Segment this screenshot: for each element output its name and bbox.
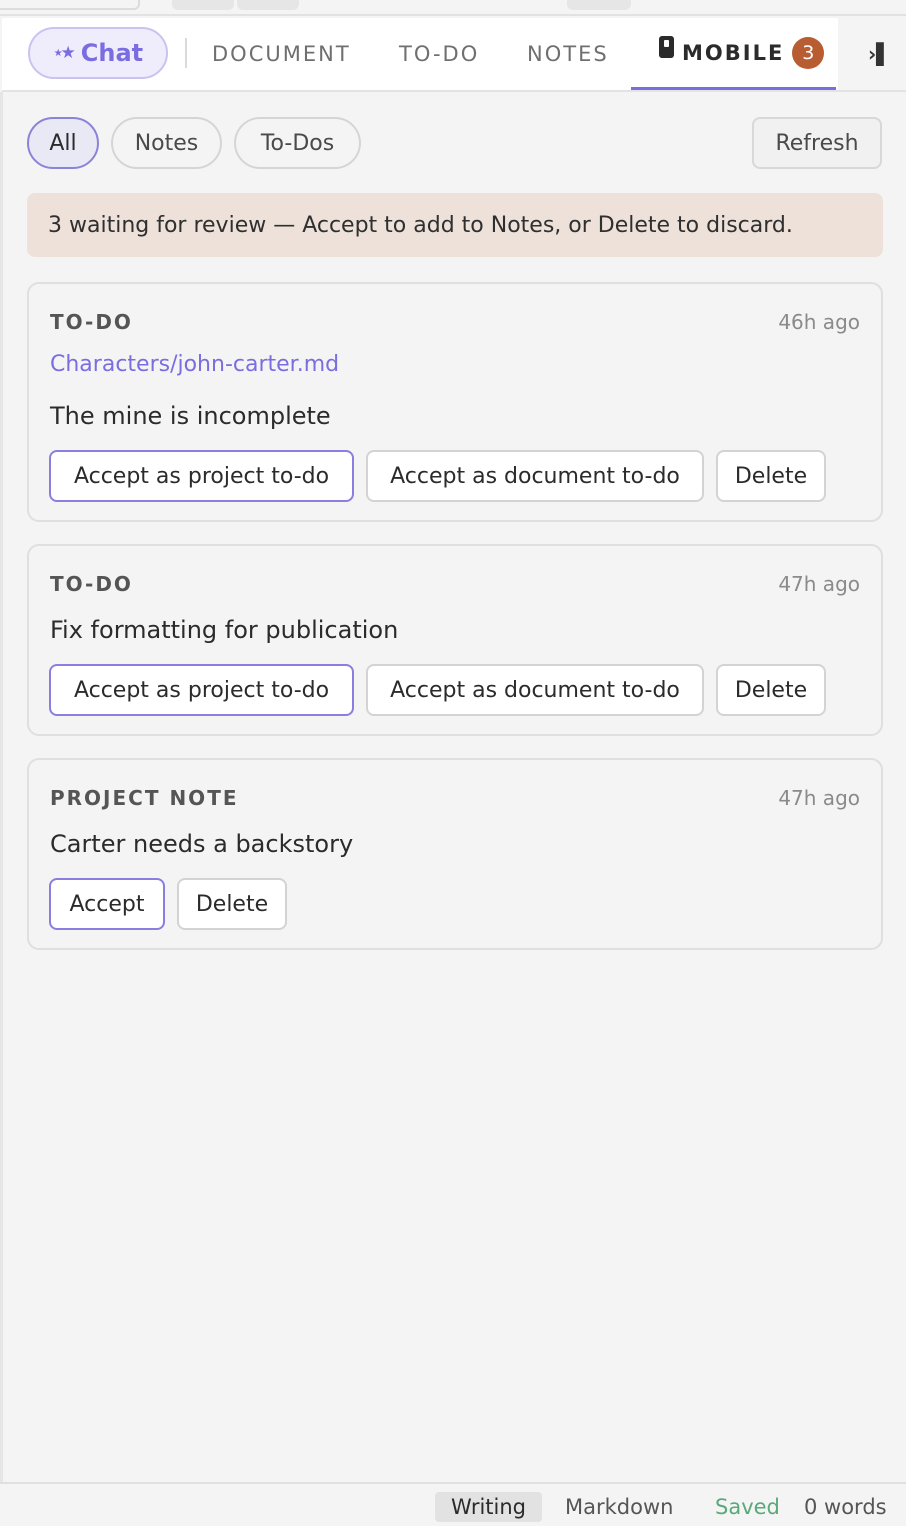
review-banner: 3 waiting for review — Accept to add to … — [27, 193, 883, 257]
delete-button[interactable]: Delete — [716, 664, 826, 716]
mode-writing[interactable]: Writing — [435, 1492, 542, 1522]
tab-todo[interactable]: TO-DO — [399, 18, 479, 90]
card-kind: TO-DO — [50, 572, 133, 596]
collapse-panel-icon[interactable]: ›▌ — [868, 42, 892, 68]
tab-notes[interactable]: NOTES — [527, 18, 609, 90]
card-text: The mine is incomplete — [50, 402, 331, 430]
tab-mobile[interactable]: MOBILE 3 — [631, 18, 836, 90]
card-time: 47h ago — [778, 572, 860, 596]
card-text: Carter needs a backstory — [50, 830, 354, 858]
chat-label: Chat — [80, 39, 144, 67]
top-tab-remnant[interactable] — [237, 0, 299, 10]
window-top-strip — [0, 0, 906, 16]
card-kind: PROJECT NOTE — [50, 786, 239, 810]
panel-left-border — [0, 92, 3, 1482]
card-time: 47h ago — [778, 786, 860, 810]
review-card: TO-DO 47h ago Fix formatting for publica… — [27, 544, 883, 736]
chat-button[interactable]: ⋆★ Chat — [28, 27, 168, 79]
status-bar: Writing Markdown Saved 0 words — [0, 1482, 906, 1526]
tab-mobile-label: MOBILE — [682, 40, 785, 65]
delete-button[interactable]: Delete — [716, 450, 826, 502]
saved-status: Saved — [715, 1495, 780, 1519]
card-document-link[interactable]: Characters/john-carter.md — [50, 352, 339, 377]
accept-project-todo-button[interactable]: Accept as project to-do — [49, 450, 354, 502]
phone-icon — [659, 35, 674, 58]
review-card: TO-DO 46h ago Characters/john-carter.md … — [27, 282, 883, 522]
filter-all[interactable]: All — [27, 117, 99, 169]
refresh-button[interactable]: Refresh — [752, 117, 882, 169]
panel-tab-bar: ⋆★ Chat DOCUMENT TO-DO NOTES MOBILE 3 — [2, 18, 838, 92]
filter-todos[interactable]: To-Dos — [234, 117, 361, 169]
accept-button[interactable]: Accept — [49, 878, 165, 930]
card-kind: TO-DO — [50, 310, 133, 334]
accept-document-todo-button[interactable]: Accept as document to-do — [366, 450, 704, 502]
accept-project-todo-button[interactable]: Accept as project to-do — [49, 664, 354, 716]
top-control-remnant[interactable] — [0, 0, 140, 10]
delete-button[interactable]: Delete — [177, 878, 287, 930]
accept-document-todo-button[interactable]: Accept as document to-do — [366, 664, 704, 716]
card-time: 46h ago — [778, 310, 860, 334]
word-count: 0 words — [804, 1495, 887, 1519]
mobile-count-badge: 3 — [792, 36, 825, 69]
top-tab-remnant[interactable] — [567, 0, 631, 10]
card-text: Fix formatting for publication — [50, 616, 399, 644]
tab-divider — [185, 38, 187, 68]
review-card: PROJECT NOTE 47h ago Carter needs a back… — [27, 758, 883, 950]
mode-markdown[interactable]: Markdown — [565, 1492, 673, 1522]
tab-document[interactable]: DOCUMENT — [212, 18, 351, 90]
filter-notes[interactable]: Notes — [111, 117, 222, 169]
top-tab-remnant[interactable] — [172, 0, 234, 10]
sparkle-icon: ⋆★ — [52, 43, 76, 63]
